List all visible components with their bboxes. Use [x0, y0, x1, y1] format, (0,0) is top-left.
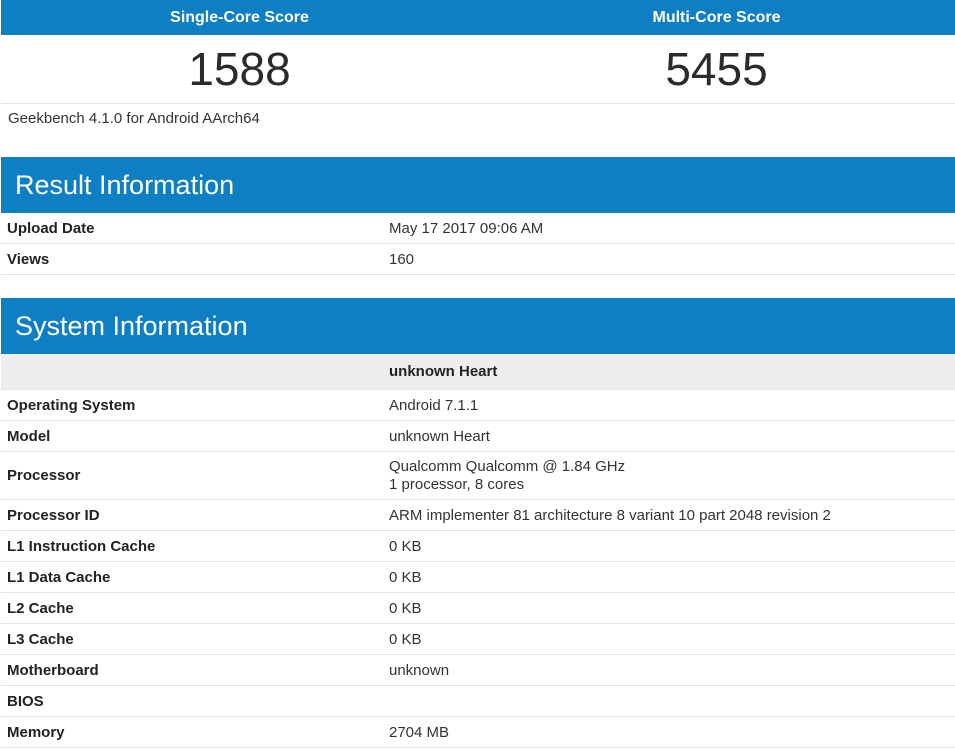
score-header: Single-Core Score Multi-Core Score	[1, 0, 955, 35]
row-value: 2704 MB	[389, 723, 450, 741]
row-key: Processor ID	[7, 506, 100, 524]
single-core-score: 1588	[188, 43, 291, 95]
score-table: Single-Core Score Multi-Core Score 1588 …	[1, 0, 955, 104]
table-row: Motherboard unknown	[1, 655, 955, 686]
table-row: Views 160	[1, 244, 955, 275]
table-row: Memory 2704 MB	[1, 717, 955, 748]
row-key: Motherboard	[7, 661, 99, 679]
row-value: Qualcomm Qualcomm @ 1.84 GHz 1 processor…	[383, 458, 955, 494]
row-key: Views	[7, 250, 50, 268]
table-row: L2 Cache 0 KB	[1, 593, 955, 624]
table-row: Model unknown Heart	[1, 421, 955, 452]
table-row: L1 Instruction Cache 0 KB	[1, 531, 955, 562]
row-key: L1 Data Cache	[7, 568, 111, 586]
row-key: L3 Cache	[7, 630, 74, 648]
row-key: L2 Cache	[7, 599, 74, 617]
row-key: Operating System	[7, 396, 136, 414]
row-key: Model	[7, 427, 51, 445]
single-core-label: Single-Core Score	[170, 9, 309, 26]
page: Single-Core Score Multi-Core Score 1588 …	[0, 0, 955, 750]
row-key: Memory	[7, 723, 65, 741]
multi-core-score: 5455	[665, 43, 768, 95]
device-subheader: unknown Heart	[1, 354, 955, 390]
row-key: Upload Date	[7, 219, 95, 237]
row-key: Processor	[7, 467, 81, 484]
processor-name: Qualcomm Qualcomm @ 1.84 GHz	[389, 457, 626, 475]
table-row: Operating System Android 7.1.1	[1, 390, 955, 421]
row-value: unknown Heart	[389, 427, 490, 445]
row-key: L1 Instruction Cache	[7, 537, 156, 555]
row-value: 0 KB	[389, 568, 422, 586]
row-value: ARM implementer 81 architecture 8 varian…	[389, 506, 831, 524]
section-title: Result Information	[1, 157, 955, 213]
row-value: 0 KB	[389, 630, 422, 648]
row-value: unknown	[389, 661, 450, 679]
table-row: Upload Date May 17 2017 09:06 AM	[1, 213, 955, 244]
row-value: 0 KB	[389, 537, 422, 555]
row-value: May 17 2017 09:06 AM	[389, 219, 544, 237]
row-value: 160	[389, 250, 415, 268]
section-title: System Information	[1, 298, 955, 354]
table-row: Processor Qualcomm Qualcomm @ 1.84 GHz 1…	[1, 452, 955, 500]
device-name: unknown Heart	[389, 363, 498, 380]
table-row: L3 Cache 0 KB	[1, 624, 955, 655]
row-key: BIOS	[7, 692, 44, 710]
benchmark-version: Geekbench 4.1.0 for Android AArch64	[8, 110, 260, 127]
result-information-section: Result Information Upload Date May 17 20…	[1, 157, 955, 275]
table-row: L1 Data Cache 0 KB	[1, 562, 955, 593]
row-value: 0 KB	[389, 599, 422, 617]
score-values: 1588 5455	[1, 35, 955, 104]
table-row: Processor ID ARM implementer 81 architec…	[1, 500, 955, 531]
row-value: Android 7.1.1	[389, 396, 479, 414]
table-row: BIOS	[1, 686, 955, 717]
system-information-section: System Information unknown Heart Operati…	[1, 298, 955, 748]
processor-cores: 1 processor, 8 cores	[389, 475, 525, 493]
multi-core-label: Multi-Core Score	[652, 9, 781, 26]
